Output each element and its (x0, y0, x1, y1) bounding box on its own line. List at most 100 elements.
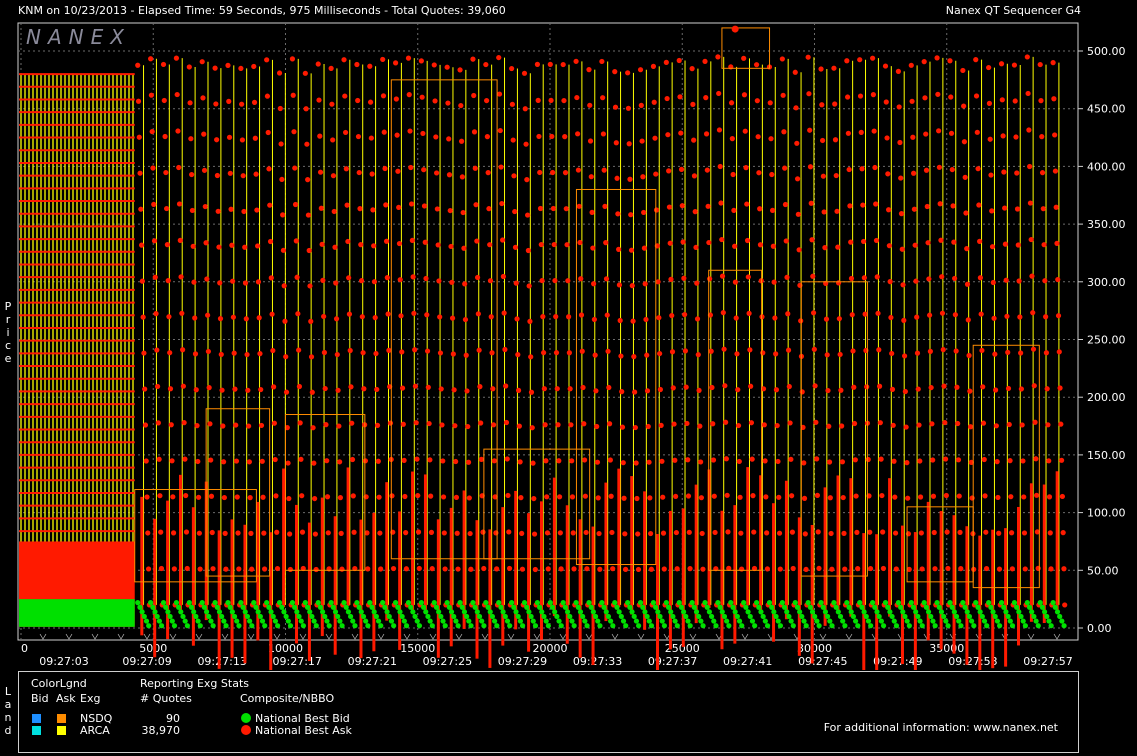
ask-quote-point (1058, 421, 1064, 427)
ask-quote-point (369, 171, 375, 177)
ask-quote-point (716, 127, 723, 133)
ask-quote-point (709, 384, 715, 391)
nbbo-step-box (721, 27, 771, 69)
ask-quote-point (892, 530, 899, 536)
bid-quote-point (852, 618, 859, 624)
info-link[interactable]: For additional information: www.nanex.ne… (824, 721, 1058, 734)
ask-quote-point (257, 351, 263, 357)
ask-quote-point (500, 273, 506, 280)
bid-quote-point (266, 604, 272, 610)
bid-quote-point (683, 613, 689, 620)
ask-quote-point (176, 164, 182, 171)
ask-quote-point (152, 274, 158, 280)
bid-quote-point (253, 604, 259, 610)
bid-quote-point (863, 613, 869, 620)
ask-quote-point (383, 202, 389, 208)
ask-quote-point (339, 566, 345, 572)
ask-quote-point (603, 240, 609, 246)
bid-quote-point (1044, 613, 1050, 620)
ask-quote-point (760, 350, 766, 356)
bid-quote-point (401, 618, 407, 624)
bid-quote-point (485, 604, 491, 610)
ask-quote-point (1014, 206, 1021, 212)
bid-quote-point (870, 600, 876, 606)
ask-quote-point (139, 278, 145, 284)
ask-low-band (630, 476, 634, 615)
bid-quote-point (539, 609, 545, 615)
ask-quote-point (215, 208, 221, 214)
ask-quote-point (278, 141, 284, 147)
ask-quote-point (600, 95, 606, 101)
ask-quote-point (928, 384, 934, 391)
ask-quote-point (517, 459, 523, 465)
bid-quote-point (934, 600, 940, 606)
ask-quote-point (641, 245, 648, 251)
bid-quote-point (304, 604, 311, 610)
bid-quote-point (545, 623, 551, 629)
bid-quote-point (685, 618, 691, 624)
bid-quote-point (906, 623, 912, 629)
bid-quote-point (930, 618, 936, 624)
bid-quote-point (408, 604, 414, 610)
bid-quote-point (1026, 604, 1033, 610)
bid-quote-point (569, 618, 575, 624)
bid-quote-point (895, 600, 901, 606)
ask-quote-point (367, 63, 373, 69)
bid-quote-point (1050, 600, 1056, 606)
bid-quote-point (236, 623, 242, 629)
ask-quote-point (782, 201, 789, 208)
bid-quote-point (998, 600, 1005, 606)
arca-ask-swatch (57, 726, 66, 735)
ask-quote-point (413, 420, 419, 426)
ask-quote-point (137, 170, 143, 176)
bid-quote-point (165, 609, 171, 615)
sequence-marker (819, 633, 827, 640)
ask-quote-point (565, 278, 571, 284)
ask-quote-point (589, 209, 595, 215)
ask-quote-point (622, 566, 629, 572)
ask-quote-point (166, 314, 172, 320)
ask-quote-point (660, 530, 667, 536)
ask-quote-point (398, 313, 404, 319)
ask-quote-point (175, 128, 181, 134)
ask-quote-point (897, 139, 903, 146)
bid-quote-point (416, 623, 423, 629)
bid-quote-point (150, 604, 156, 610)
ask-quote-point (245, 387, 251, 393)
y-tick-label: 100.00 (1087, 507, 1126, 520)
bid-quote-point (665, 604, 672, 610)
ask-quote-point (425, 384, 431, 390)
bid-quote-point (1029, 609, 1035, 615)
ask-quote-point (297, 420, 303, 426)
ask-quote-point (149, 128, 155, 135)
ask-quote-point (807, 164, 814, 170)
ask-low-band (836, 475, 840, 614)
bid-quote-point (436, 609, 442, 615)
ask-quote-point (857, 57, 863, 63)
ask-quote-point (226, 98, 232, 104)
bid-quote-point (519, 623, 526, 629)
bid-quote-point (592, 613, 599, 620)
bid-quote-point (749, 618, 756, 624)
ask-quote-point (465, 459, 472, 465)
bid-quote-point (633, 618, 640, 624)
ask-quote-point (1043, 350, 1050, 356)
bid-quote-point (554, 613, 560, 620)
bid-quote-point (681, 609, 687, 615)
ask-quote-point (243, 316, 249, 322)
bid-quote-point (524, 604, 530, 610)
bid-quote-point (614, 604, 620, 610)
ask-quote-point (787, 420, 793, 426)
ask-quote-point (549, 133, 555, 140)
bid-quote-point (167, 613, 173, 620)
ask-quote-point (870, 92, 876, 98)
bid-quote-point (511, 604, 517, 610)
ask-quote-point (955, 420, 961, 427)
ask-quote-point (645, 423, 651, 430)
ask-quote-point (1013, 134, 1019, 140)
ask-quote-point (170, 494, 176, 500)
ask-quote-point (304, 141, 310, 147)
sequence-marker (637, 633, 645, 640)
ask-quote-point (226, 134, 233, 140)
ask-quote-point (290, 92, 296, 98)
